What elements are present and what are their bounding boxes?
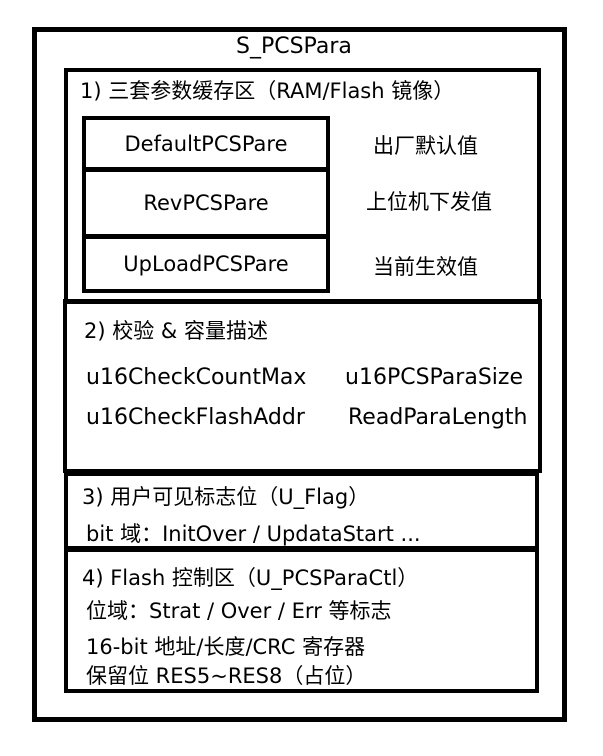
buffer-default-desc: 出厂默认值 xyxy=(373,134,478,158)
field-read-para-length: ReadParaLength xyxy=(348,405,528,430)
buffer-rev-label: RevPCSPare xyxy=(143,191,269,215)
buffer-rev-desc: 上位机下发值 xyxy=(366,190,492,214)
buffer-upload-label: UpLoadPCSPare xyxy=(123,252,289,276)
buffer-default-label: DefaultPCSPare xyxy=(124,131,288,156)
section-4-line-3: 保留位 RES5~RES8（占位） xyxy=(86,664,367,688)
section-4-heading: 4) Flash 控制区（U_PCSParaCtl） xyxy=(82,566,419,590)
section-3-heading: 3) 用户可见标志位（U_Flag） xyxy=(82,485,370,509)
struct-title: S_PCSPara xyxy=(236,34,352,59)
section-4-line-1: 位域：Strat / Over / Err 等标志 xyxy=(86,599,392,623)
field-check-count-max: u16CheckCountMax xyxy=(86,365,307,390)
buffer-upload: UpLoadPCSPare xyxy=(82,235,330,293)
buffer-rev: RevPCSPare xyxy=(82,168,330,238)
buffer-default: DefaultPCSPare xyxy=(82,116,330,171)
buffer-upload-desc: 当前生效值 xyxy=(373,255,478,279)
section-1-heading: 1) 三套参数缓存区（RAM/Flash 镜像） xyxy=(80,79,455,103)
section-3-line-1: bit 域：InitOver / UpdataStart ... xyxy=(86,522,421,546)
field-pcs-para-size: u16PCSParaSize xyxy=(345,365,523,390)
section-2-heading: 2) 校验 & 容量描述 xyxy=(84,319,268,343)
field-check-flash-addr: u16CheckFlashAddr xyxy=(86,405,305,430)
section-4-line-2: 16-bit 地址/长度/CRC 寄存器 xyxy=(86,635,366,659)
